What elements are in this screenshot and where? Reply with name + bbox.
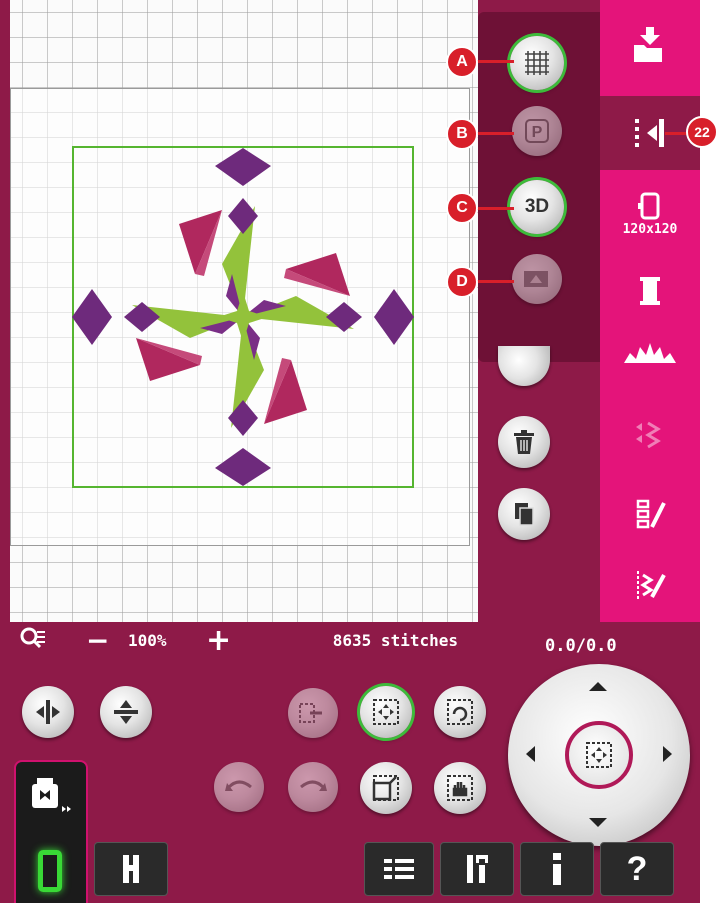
embroidery-unit-icon — [32, 778, 71, 812]
scale-button[interactable] — [360, 762, 412, 814]
callout-d-line — [474, 280, 514, 283]
spool-icon — [640, 277, 660, 305]
help-button[interactable]: ? — [600, 842, 674, 896]
presser-foot-view-button[interactable]: P — [512, 106, 562, 156]
background-image-button[interactable] — [512, 254, 562, 304]
mirror-end-to-end-button[interactable] — [100, 686, 152, 738]
zoom-in-button[interactable]: + — [206, 623, 231, 658]
folder-open-icon — [634, 27, 662, 62]
move-out-icon — [299, 703, 322, 723]
p-icon: P — [525, 119, 549, 143]
mirror-vertical-icon — [114, 700, 138, 724]
rotate-icon — [447, 699, 473, 725]
sidebar-stitch-creator — [600, 400, 700, 470]
quilt-block-design[interactable] — [72, 146, 414, 488]
callout-a-line — [474, 60, 514, 63]
center-icon — [586, 742, 612, 768]
grid-icon — [525, 51, 549, 75]
presser-foot-icon — [123, 855, 139, 883]
callout-d: D — [446, 266, 478, 298]
stitch-count: 8635 stitches — [332, 631, 458, 650]
sidebar-hoop-size[interactable]: 120x120 — [600, 176, 700, 256]
move-design-icon — [373, 699, 399, 725]
rotate-button[interactable] — [434, 686, 486, 738]
sidebar-thread-colors[interactable] — [600, 256, 700, 326]
embroidery-mode-panel[interactable] — [14, 760, 88, 903]
3d-label: 3D — [524, 196, 550, 217]
hoop-icon — [638, 192, 660, 220]
shape-arc-icon — [624, 343, 676, 363]
sidebar-edit-stitches[interactable] — [600, 480, 700, 550]
move-up-arrow[interactable] — [589, 682, 607, 691]
hidden-tool-button[interactable] — [498, 346, 550, 386]
zoom-out-button[interactable]: − — [86, 624, 109, 657]
embroidery-canvas[interactable] — [10, 0, 478, 622]
help-label: ? — [626, 849, 648, 888]
embroidery-screen: − 100% + 8635 stitches 120x120 P 3D A B … — [0, 0, 700, 903]
scale-icon — [372, 775, 399, 801]
stitch-counter-display — [38, 850, 62, 892]
undo-icon — [225, 780, 252, 791]
stitch-pencil-icon — [637, 571, 666, 599]
canvas-status-bar: − 100% + 8635 stitches — [10, 622, 478, 658]
move-down-arrow[interactable] — [589, 818, 607, 827]
sidebar-load-design[interactable] — [600, 10, 700, 80]
list-icon — [384, 859, 414, 879]
sidebar-design-shaping[interactable] — [600, 322, 700, 392]
position-wheel[interactable] — [508, 664, 690, 846]
pan-button[interactable] — [434, 762, 486, 814]
copy-icon — [515, 503, 534, 526]
delete-button[interactable] — [498, 416, 550, 468]
grid-toggle-button[interactable] — [510, 36, 564, 90]
stitch-zigzag-icon — [636, 421, 661, 449]
center-design-button[interactable] — [565, 721, 633, 789]
background-image-icon — [524, 271, 548, 287]
redo-icon — [300, 780, 327, 791]
move-right-arrow[interactable] — [663, 746, 672, 762]
edit-split-icon — [635, 119, 664, 147]
sidebar-stitch-edit[interactable] — [600, 550, 700, 620]
redo-button[interactable] — [288, 762, 338, 812]
move-left-arrow[interactable] — [526, 746, 535, 762]
right-sidebar: 120x120 — [598, 0, 700, 622]
hand-icon — [447, 775, 473, 801]
menu-list-button[interactable] — [364, 842, 434, 896]
svg-text:P: P — [532, 124, 543, 141]
callout-b-line — [474, 132, 514, 135]
mirror-horizontal-icon — [36, 700, 60, 724]
position-readout: 0.0/0.0 — [545, 636, 617, 656]
zoom-level: 100% — [128, 631, 167, 650]
settings-button[interactable] — [440, 842, 514, 896]
edit-stitch-icon — [636, 499, 666, 529]
mirror-side-to-side-button[interactable] — [22, 686, 74, 738]
callout-a: A — [446, 46, 478, 78]
callout-22: 22 — [686, 116, 718, 148]
duplicate-button[interactable] — [498, 488, 550, 540]
hoop-size-label: 120x120 — [622, 222, 678, 237]
callout-c-line — [474, 207, 514, 210]
callout-c: C — [446, 192, 478, 224]
tools-icon — [467, 855, 488, 883]
callout-b: B — [446, 118, 478, 150]
trash-icon — [514, 430, 534, 454]
sewing-mode-button[interactable] — [94, 842, 168, 896]
zoom-options-icon[interactable] — [20, 627, 46, 653]
undo-button[interactable] — [214, 762, 264, 812]
move-out-of-hoop-button[interactable] — [288, 688, 338, 738]
info-icon — [553, 853, 561, 885]
info-button[interactable] — [520, 842, 594, 896]
move-design-button[interactable] — [360, 686, 412, 738]
3d-view-button[interactable]: 3D — [510, 180, 564, 234]
